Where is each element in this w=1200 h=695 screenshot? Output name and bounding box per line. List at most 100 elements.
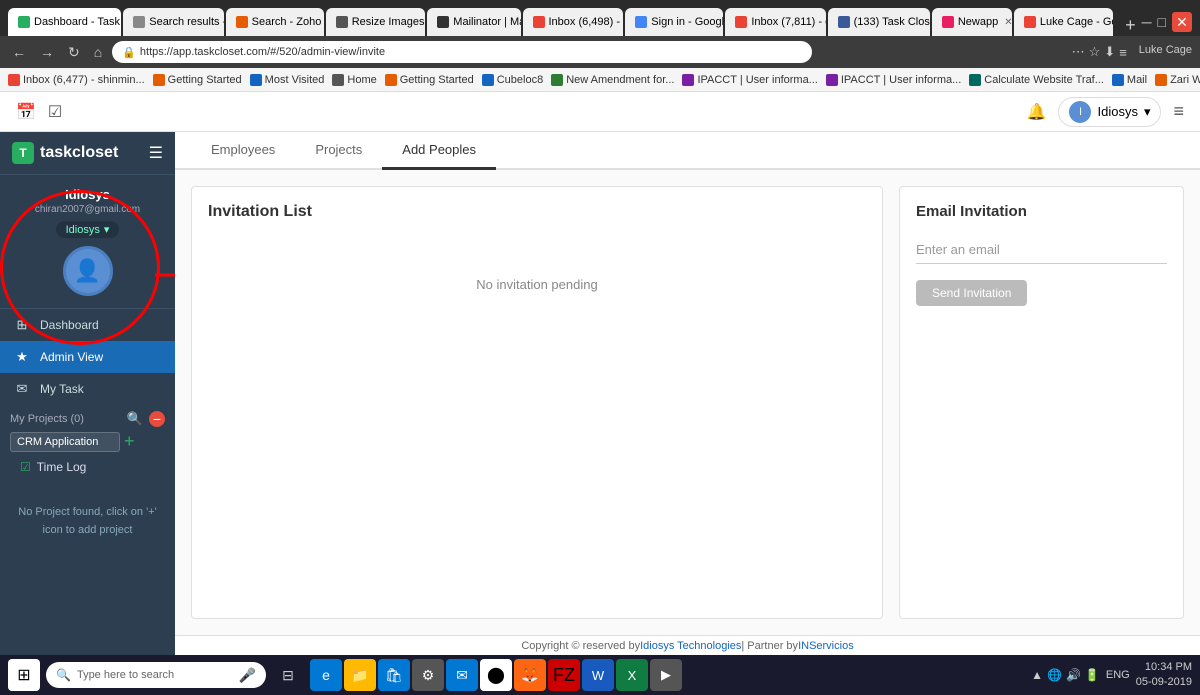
home-button[interactable]: ⌂	[90, 42, 106, 62]
taskbar-search-icon: 🔍	[56, 668, 71, 682]
chrome-app[interactable]: ⬤	[480, 659, 512, 691]
bookmark-cubeloc8[interactable]: Cubeloc8	[482, 74, 543, 86]
tab-newapp[interactable]: Newapp ✕	[932, 8, 1012, 36]
sidebar-email: chiran2007@gmail.com	[35, 204, 140, 215]
maximize-button[interactable]: □	[1158, 14, 1166, 30]
calendar-icon[interactable]: 📅	[16, 102, 36, 122]
project-name-input[interactable]	[10, 432, 120, 452]
tab-favicon	[336, 16, 348, 28]
bookmark-ipacct2[interactable]: IPACCT | User informa...	[826, 74, 961, 86]
file-explorer-app[interactable]: 📁	[344, 659, 376, 691]
tab-taskcloset[interactable]: (133) Task Closet ... ✕	[828, 8, 930, 36]
sidebar-item-dashboard[interactable]: ⊞ Dashboard	[0, 309, 175, 341]
download-button[interactable]: ⬇	[1104, 44, 1115, 60]
firefox-app[interactable]: 🦊	[514, 659, 546, 691]
bookmark-getting-started[interactable]: Getting Started	[153, 74, 242, 86]
email-invitation-title: Email Invitation	[916, 203, 1167, 220]
start-button[interactable]: ⊞	[8, 659, 40, 691]
taskbar-search-box[interactable]: 🔍 Type here to search 🎤	[46, 662, 266, 688]
send-invitation-button[interactable]: Send Invitation	[916, 280, 1027, 306]
bookmark-mail[interactable]: Mail	[1112, 74, 1147, 86]
tab-mailinator[interactable]: Mailinator | Mai... ✕	[427, 8, 520, 36]
bookmark-button[interactable]: ☆	[1089, 44, 1101, 60]
bookmark-most-visited[interactable]: Most Visited	[250, 74, 325, 86]
sidebar-company[interactable]: Idiosys ▾	[56, 221, 120, 238]
taskbar-right: ▲ 🌐 🔊 🔋 ENG 10:34 PM 05-09-2019	[1031, 660, 1192, 691]
sidebar-item-admin-view[interactable]: ★ Admin View	[0, 341, 175, 373]
logo-icon: T	[12, 142, 34, 164]
sidebar-avatar: 👤	[63, 246, 113, 296]
tab-inbox1[interactable]: Inbox (6,498) - sh... ✕	[523, 8, 624, 36]
tab-zoho[interactable]: Search - Zoho M... ✕	[226, 8, 324, 36]
task-view-button[interactable]: ⊟	[272, 659, 304, 691]
projects-header: My Projects (0) 🔍 −	[10, 411, 165, 427]
search-projects-button[interactable]: 🔍	[127, 411, 143, 427]
tab-favicon	[437, 16, 449, 28]
tab-favicon	[942, 16, 954, 28]
extensions-button[interactable]: ⋯	[1072, 44, 1085, 60]
bookmark-home[interactable]: Home	[332, 74, 376, 86]
tab-search-results[interactable]: Search results - s... ✕	[123, 8, 223, 36]
word-app[interactable]: W	[582, 659, 614, 691]
up-arrow-icon[interactable]: ▲	[1031, 668, 1043, 682]
address-box[interactable]: 🔒 https://app.taskcloset.com/#/520/admin…	[112, 41, 812, 63]
header-menu-icon[interactable]: ≡	[1173, 101, 1184, 122]
store-app[interactable]: 🛍	[378, 659, 410, 691]
tab-luke[interactable]: Luke Cage - Goo... ✕	[1014, 8, 1113, 36]
back-button[interactable]: ←	[8, 42, 30, 62]
bookmark-zari[interactable]: Zari Work Sarees, Onli...	[1155, 74, 1200, 86]
tab-employees[interactable]: Employees	[191, 132, 295, 170]
tab-projects[interactable]: Projects	[295, 132, 382, 170]
user-pill[interactable]: I Idiosys ▾	[1058, 97, 1161, 127]
close-button[interactable]: ✕	[1172, 12, 1192, 32]
forward-button[interactable]: →	[36, 42, 58, 62]
tab-favicon	[133, 16, 145, 28]
projects-label: My Projects (0)	[10, 413, 84, 425]
checkbox-icon: ☑	[20, 460, 31, 474]
tab-signin[interactable]: Sign in - Google ... ✕	[625, 8, 723, 36]
menu-button[interactable]: ≡	[1119, 44, 1127, 60]
tab-favicon	[236, 16, 248, 28]
email-invitation-input[interactable]	[916, 236, 1167, 264]
header-right: 🔔 I Idiosys ▾ ≡	[1027, 97, 1184, 127]
tab-resize[interactable]: Resize Images O... ✕	[326, 8, 426, 36]
tab-favicon	[533, 16, 545, 28]
email-invitation-panel: Email Invitation Send Invitation	[899, 186, 1184, 619]
edge-app[interactable]: e	[310, 659, 342, 691]
chevron-down-icon: ▾	[1144, 104, 1151, 120]
filezilla-app[interactable]: FZ	[548, 659, 580, 691]
reload-button[interactable]: ↻	[64, 42, 84, 63]
bookmark-inbox[interactable]: Inbox (6,477) - shinmin...	[8, 74, 145, 86]
tab-close[interactable]: ✕	[1004, 17, 1012, 28]
settings-app[interactable]: ⚙	[412, 659, 444, 691]
tab-dashboard[interactable]: Dashboard - Task Clo... ✕	[8, 8, 121, 36]
add-project-button[interactable]: +	[124, 431, 135, 452]
check-icon[interactable]: ☑	[48, 102, 62, 122]
remove-project-button[interactable]: −	[149, 411, 165, 427]
sidebar-item-time-log[interactable]: ☑ Time Log	[10, 456, 165, 478]
bookmark-ipacct1[interactable]: IPACCT | User informa...	[682, 74, 817, 86]
bookmark-traf[interactable]: Calculate Website Traf...	[969, 74, 1104, 86]
bookmark-amendment[interactable]: New Amendment for...	[551, 74, 674, 86]
header-left: 📅 ☑	[16, 102, 62, 122]
tab-inbox2[interactable]: Inbox (7,811) - ch... ✕	[725, 8, 825, 36]
bookmark-getting-started2[interactable]: Getting Started	[385, 74, 474, 86]
taskbar: ⊞ 🔍 Type here to search 🎤 ⊟ e 📁 🛍 ⚙ ✉ ⬤ …	[0, 655, 1200, 695]
sidebar-item-my-task[interactable]: ✉ My Task	[0, 373, 175, 405]
minimize-button[interactable]: ─	[1142, 14, 1152, 30]
tab-favicon	[1024, 16, 1036, 28]
notification-button[interactable]: 🔔	[1027, 102, 1047, 122]
sidebar-header: T taskcloset ☰	[0, 132, 175, 175]
tab-favicon	[838, 16, 850, 28]
avatar-icon: 👤	[74, 258, 101, 284]
invitation-list-title: Invitation List	[208, 203, 866, 221]
excel-app[interactable]: X	[616, 659, 648, 691]
sidebar-toggle-button[interactable]: ☰	[149, 143, 163, 163]
terminal-app[interactable]: ▶	[650, 659, 682, 691]
mail-app[interactable]: ✉	[446, 659, 478, 691]
footer-link-inservicios[interactable]: INServicios	[798, 640, 854, 652]
footer-link-idiosys[interactable]: Idiosys Technologies	[640, 640, 741, 652]
projects-section: My Projects (0) 🔍 − + ☑ Time Log	[0, 405, 175, 484]
tab-add-peoples[interactable]: Add Peoples	[382, 132, 496, 170]
new-tab-button[interactable]: +	[1119, 15, 1142, 36]
